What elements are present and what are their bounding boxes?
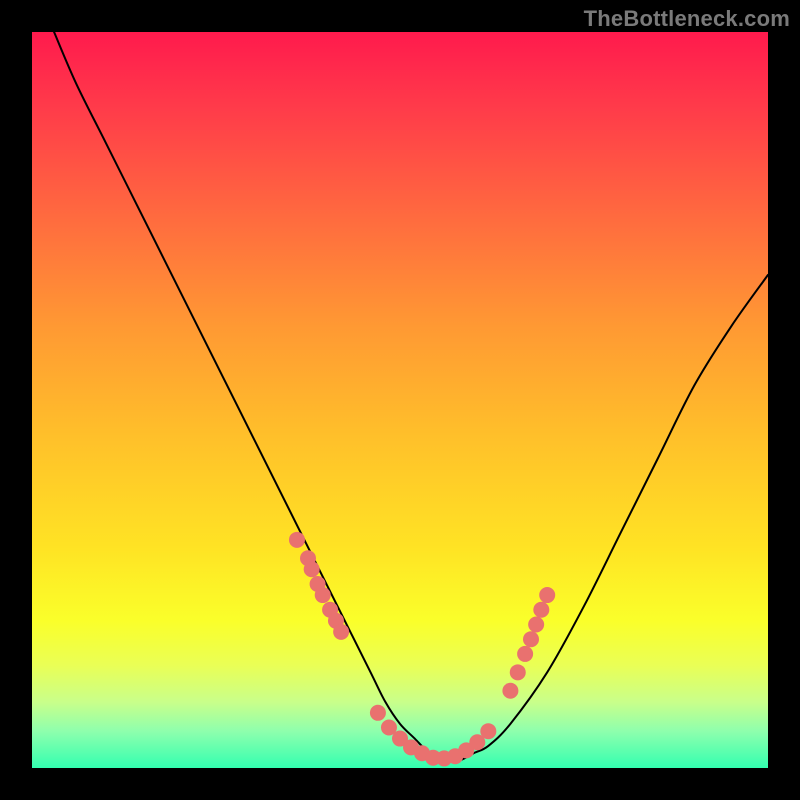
data-markers <box>289 532 555 767</box>
plot-area <box>32 32 768 768</box>
chart-frame: TheBottleneck.com <box>0 0 800 800</box>
data-marker <box>528 616 544 632</box>
data-marker <box>502 683 518 699</box>
data-marker <box>289 532 305 548</box>
curve-svg <box>32 32 768 768</box>
data-marker <box>533 602 549 618</box>
data-marker <box>315 587 331 603</box>
data-marker <box>304 561 320 577</box>
data-marker <box>510 664 526 680</box>
data-marker <box>517 646 533 662</box>
data-marker <box>539 587 555 603</box>
bottleneck-curve <box>54 32 768 762</box>
data-marker <box>333 624 349 640</box>
data-marker <box>480 723 496 739</box>
watermark-text: TheBottleneck.com <box>584 6 790 32</box>
data-marker <box>370 705 386 721</box>
data-marker <box>523 631 539 647</box>
